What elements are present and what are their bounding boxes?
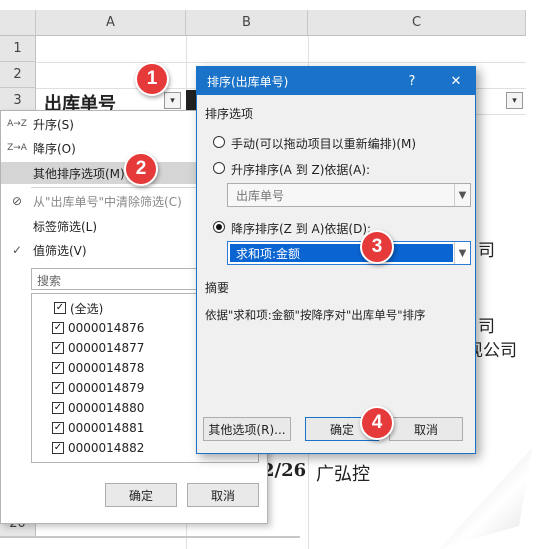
clear-filter-icon: ⊘ (11, 194, 23, 208)
more-options-button[interactable]: 其他选项(R)... (203, 417, 291, 441)
column-header-b[interactable]: B (186, 10, 308, 36)
section-sort-options: 排序选项 (205, 107, 254, 121)
checklist-label: 0000014880 (68, 401, 145, 415)
checklist-label: 0000014877 (68, 341, 145, 355)
checklist-item[interactable]: ✓ 0000014876 (52, 318, 144, 338)
checklist-item[interactable]: ✓ 0000014882 (52, 438, 144, 458)
menu-item-label: 从"出库单号"中清除筛选(C) (33, 194, 182, 209)
checklist-item[interactable]: ✓ 00000148 (52, 458, 129, 463)
checklist-label: (全选) (70, 301, 104, 316)
cell-fragment: 司 (478, 241, 495, 261)
close-icon[interactable]: ✕ (441, 67, 471, 95)
radio-descending-label[interactable]: 降序排序(Z 到 A)依据(D): (231, 220, 371, 237)
summary-text: 依据"求和项:金额"按降序对"出库单号"排序 (205, 308, 426, 322)
checklist-label: 0000014879 (68, 381, 145, 395)
step-badge-3: 3 (360, 230, 394, 264)
dialog-titlebar: 排序(出库单号) (197, 67, 475, 95)
chevron-down-icon: ▼ (454, 184, 470, 206)
radio-descending[interactable] (213, 221, 225, 233)
checkbox[interactable]: ✓ (52, 462, 64, 463)
menu-item-label: 标签筛选(L) (33, 219, 98, 234)
sort-dialog: 排序(出库单号) ? ✕ 排序选项 手动(可以拖动项目以重新编排)(M) 升序排… (196, 66, 476, 454)
checklist-item[interactable]: ✓ 0000014879 (52, 378, 144, 398)
checkmark-icon: ✓ (11, 243, 23, 257)
gridline (36, 62, 526, 63)
menu-item-label: 升序(S) (33, 117, 74, 132)
radio-manual-label[interactable]: 手动(可以拖动项目以重新编排)(M) (231, 135, 416, 152)
column-header-c[interactable]: C (308, 10, 526, 36)
select-all-corner[interactable] (0, 10, 36, 36)
menu-item-label: 其他排序选项(M)... (33, 166, 137, 181)
sort-ascending-icon: A→Z (7, 119, 27, 129)
checkbox[interactable]: ✓ (52, 362, 64, 374)
descending-field-select[interactable]: 求和项:金额 ▼ (227, 241, 471, 265)
checklist-label: 0000014878 (68, 361, 145, 375)
checklist-item[interactable]: ✓ 0000014877 (52, 338, 144, 358)
dialog-title: 排序(出库单号) (207, 74, 289, 89)
select-value: 出库单号 (236, 188, 285, 203)
checkbox[interactable]: ✓ (52, 342, 64, 354)
checklist-item-select-all[interactable]: ✓ (全选) (54, 298, 103, 318)
checklist-item[interactable]: ✓ 0000014881 (52, 418, 144, 438)
menu-item-label: 降序(O) (33, 141, 76, 156)
radio-ascending-label[interactable]: 升序排序(A 到 Z)依据(A): (231, 161, 370, 178)
checkbox[interactable]: ✓ (52, 322, 64, 334)
checklist-label: 0000014881 (68, 421, 145, 435)
checkbox[interactable]: ✓ (54, 302, 66, 314)
filter-dropdown-button[interactable]: ▾ (164, 92, 181, 109)
chevron-down-icon: ▼ (454, 242, 470, 264)
checklist-item[interactable]: ✓ 0000014878 (52, 358, 144, 378)
checklist-label: 0000014876 (68, 321, 145, 335)
checkbox[interactable]: ✓ (52, 402, 64, 414)
step-badge-1: 1 (135, 62, 169, 96)
checklist-item[interactable]: ✓ 0000014880 (52, 398, 144, 418)
section-summary: 摘要 (205, 281, 230, 295)
step-badge-4: 4 (360, 406, 394, 440)
cell-fragment-date: 2/26 (262, 460, 307, 481)
filter-icon: ▾ (170, 95, 175, 106)
cell-fragment: 司 (478, 317, 495, 337)
cell-fragment-company: 广弘控 (316, 464, 370, 485)
filter-dropdown-button-c[interactable]: ▾ (506, 92, 523, 109)
sort-descending-icon: Z→A (7, 143, 27, 153)
checklist-label: 0000014882 (68, 441, 145, 455)
chevron-down-icon: ▾ (512, 95, 517, 106)
radio-ascending[interactable] (213, 162, 225, 174)
row-header-1[interactable]: 1 (0, 36, 36, 62)
radio-manual[interactable] (213, 136, 225, 148)
checkbox[interactable]: ✓ (52, 422, 64, 434)
column-header-a[interactable]: A (36, 10, 186, 36)
dialog-cancel-button[interactable]: 取消 (389, 417, 463, 441)
checklist-label: 00000148 (68, 461, 129, 462)
checkbox[interactable]: ✓ (52, 382, 64, 394)
row-header-2[interactable]: 2 (0, 62, 36, 88)
filter-ok-button[interactable]: 确定 (105, 483, 177, 507)
cell-fragment (186, 90, 196, 110)
sheet-divider (0, 536, 300, 538)
help-button[interactable]: ? (397, 67, 427, 95)
ascending-field-select[interactable]: 出库单号 ▼ (227, 183, 471, 207)
menu-item-label: 值筛选(V) (33, 243, 87, 258)
step-badge-2: 2 (124, 152, 158, 186)
checkbox[interactable]: ✓ (52, 442, 64, 454)
select-value: 求和项:金额 (236, 246, 301, 261)
filter-cancel-button[interactable]: 取消 (187, 483, 259, 507)
